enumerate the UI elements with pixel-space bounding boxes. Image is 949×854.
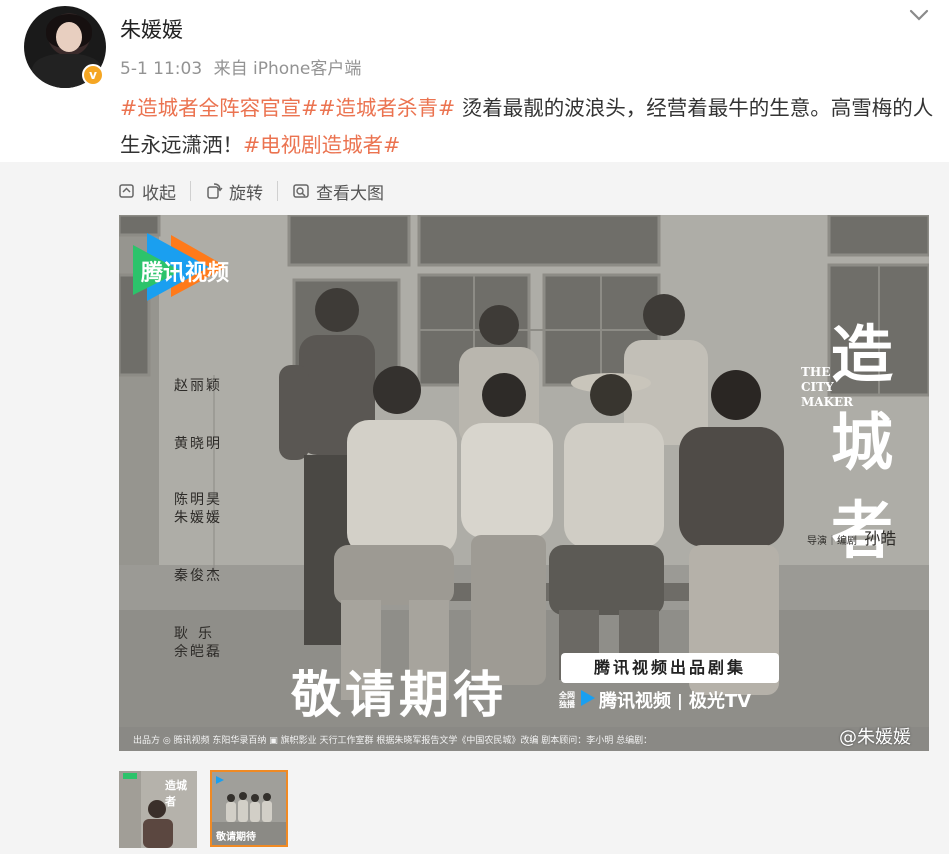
cast-name: 赵丽颖 [174, 378, 222, 394]
weibo-watermark: @朱媛媛 [839, 727, 911, 748]
platform-divider: | [677, 690, 683, 710]
view-large-button[interactable]: 查看大图 [292, 179, 384, 204]
thumbnail-image[interactable]: 造城者 [119, 771, 197, 848]
verified-badge-icon: v [82, 64, 104, 86]
post-meta: 5-1 11:03 来自 iPhone客户端 [120, 54, 361, 79]
post-source: 来自 iPhone客户端 [213, 59, 362, 79]
poster-footer-credits: 出品方 ◎ 腾讯视频 东阳华录百纳 ▣ 旗帜影业 天行工作室群 根据朱晓军报告文… [133, 736, 653, 746]
collapse-icon [119, 184, 134, 198]
cast-name: 余皑磊 [174, 644, 222, 660]
poster-producer-box: 腾讯视频出品剧集 [593, 658, 746, 677]
poster-platform: 全网独播 腾讯视频 | 极光TV [559, 687, 751, 713]
username[interactable]: 朱媛媛 [120, 14, 183, 44]
toolbar-divider [190, 181, 191, 201]
cast-name: 耿乐 [174, 626, 222, 642]
media-toolbar: 收起 旋转 查看大图 [118, 178, 384, 204]
cast-name: 黄晓明 [174, 436, 222, 452]
view-large-label: 查看大图 [316, 183, 384, 204]
director-label: 导演｜编剧 [807, 536, 857, 547]
cast-name: 陈明昊 [174, 492, 222, 508]
thumbnail-image-selected[interactable]: 敬请期待 [210, 770, 288, 847]
poster-artwork [119, 215, 929, 751]
cast-name: 朱媛媛 [174, 510, 222, 526]
platform-name: 腾讯视频 [599, 691, 671, 712]
collapse-button[interactable]: 收起 [118, 179, 176, 204]
hashtag-link[interactable]: #电视剧造城者# [243, 133, 400, 157]
director-name: 孙皓 [864, 529, 897, 548]
collapse-label: 收起 [142, 183, 176, 204]
post-text: #造城者全阵容官宣##造城者杀青# 烫着最靓的波浪头，经营着最牛的生意。高雪梅的… [120, 90, 935, 164]
chevron-down-icon[interactable] [906, 2, 932, 28]
cast-name: 秦俊杰 [174, 568, 222, 584]
rotate-button[interactable]: 旋转 [205, 179, 263, 204]
thumbnail-label: 敬请期待 [216, 832, 256, 843]
poster-slogan: 敬请期待 [291, 666, 507, 724]
view-large-icon [293, 184, 309, 198]
poster-logo-text: 腾讯视频 [141, 261, 230, 286]
platform-label: 全网独播 [559, 691, 575, 709]
poster-director: 导演｜编剧 孙皓 [807, 525, 896, 549]
poster-image[interactable]: 腾讯视频 赵丽颖 黄晓明 陈明昊 朱媛媛 秦俊杰 耿乐 余皑磊 THE CITY… [119, 215, 929, 751]
thumbnail-label: 造城者 [165, 779, 187, 808]
rotate-label: 旋转 [229, 183, 263, 204]
partner-name: 极光TV [688, 691, 752, 712]
hashtag-link[interactable]: #造城者杀青# [318, 96, 455, 120]
toolbar-divider [277, 181, 278, 201]
hashtag-link[interactable]: #造城者全阵容官宣# [120, 96, 318, 120]
timestamp[interactable]: 5-1 11:03 [120, 59, 202, 79]
rotate-icon [207, 183, 223, 199]
